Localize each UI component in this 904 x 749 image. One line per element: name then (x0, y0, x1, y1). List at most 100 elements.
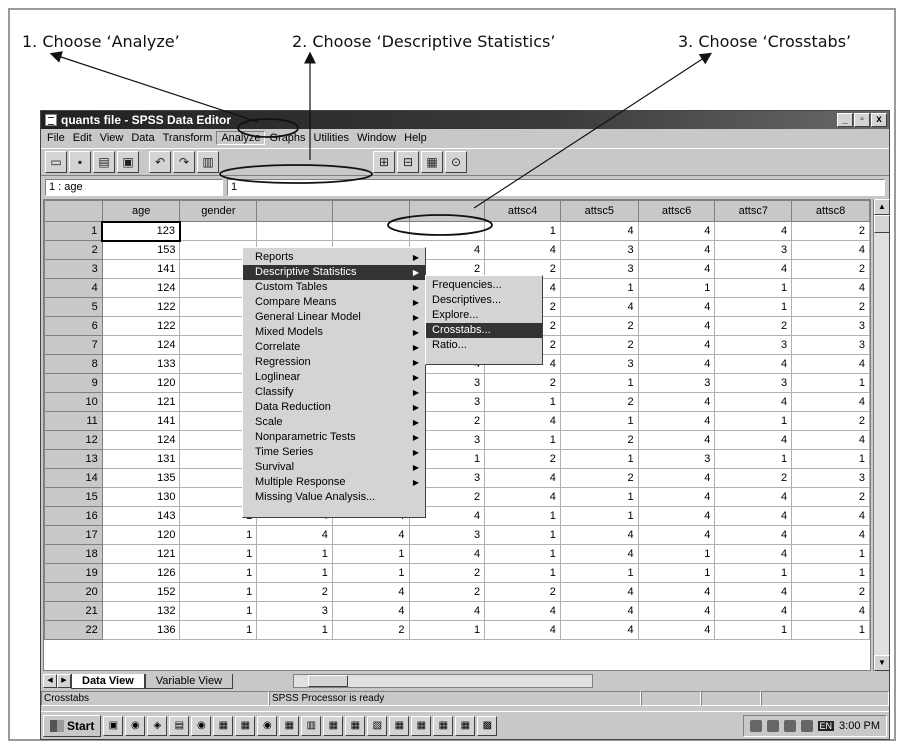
data-cell[interactable]: 120 (101, 525, 181, 545)
data-cell[interactable]: 153 (101, 240, 181, 260)
tab-prev-icon[interactable]: ◀ (43, 674, 57, 688)
data-cell[interactable]: 3 (559, 259, 639, 279)
data-cell[interactable]: 1 (714, 620, 793, 640)
data-cell[interactable]: 1 (179, 620, 258, 640)
menu-data[interactable]: Data (127, 132, 158, 144)
data-cell[interactable]: 1 (484, 221, 561, 241)
row-number[interactable]: 19 (44, 563, 103, 583)
menu-file[interactable]: File (43, 132, 69, 144)
select-cases-icon[interactable]: ▦ (421, 151, 443, 173)
data-cell[interactable]: 3 (714, 240, 793, 260)
data-cell[interactable]: 152 (101, 582, 181, 602)
taskbar-app-icon[interactable]: ◉ (191, 715, 212, 736)
data-cell[interactable]: 122 (101, 316, 181, 336)
menu-window[interactable]: Window (353, 132, 400, 144)
analyze-menu-item[interactable]: Classify ▶ (243, 385, 425, 400)
data-cell[interactable]: 4 (637, 411, 716, 431)
data-cell[interactable]: 1 (484, 392, 561, 412)
data-cell[interactable]: 4 (408, 544, 486, 564)
data-cell[interactable]: 4 (714, 601, 793, 621)
data-cell[interactable]: 1 (637, 563, 716, 583)
taskbar-app-icon[interactable]: ▦ (323, 715, 344, 736)
data-cell[interactable]: 4 (791, 354, 870, 374)
menu-utilities[interactable]: Utilities (310, 132, 353, 144)
tray-app-icon[interactable] (783, 719, 796, 732)
save-icon[interactable]: ▪ (69, 151, 91, 173)
data-cell[interactable]: 4 (714, 582, 793, 602)
data-cell[interactable]: 3 (714, 335, 793, 355)
data-cell[interactable]: 1 (256, 620, 333, 640)
column-header[interactable] (331, 200, 410, 222)
row-number[interactable]: 16 (44, 506, 103, 526)
data-cell[interactable]: 2 (559, 392, 639, 412)
data-cell[interactable]: 121 (101, 392, 181, 412)
column-header[interactable]: attsc7 (714, 200, 793, 222)
data-cell[interactable]: 4 (256, 525, 333, 545)
split-file-icon[interactable]: ⊞ (373, 151, 395, 173)
data-cell[interactable]: 1 (256, 544, 333, 564)
row-number[interactable]: 12 (44, 430, 103, 450)
undo-icon[interactable]: ↶ (149, 151, 171, 173)
data-cell[interactable]: 1 (791, 620, 870, 640)
data-cell[interactable]: 1 (791, 373, 870, 393)
data-cell[interactable]: 4 (791, 525, 870, 545)
data-cell[interactable]: 4 (637, 240, 716, 260)
row-number[interactable]: 7 (44, 335, 103, 355)
data-cell[interactable]: 3 (714, 373, 793, 393)
data-cell[interactable]: 3 (637, 373, 716, 393)
data-cell[interactable]: 3 (256, 601, 333, 621)
data-cell[interactable]: 141 (101, 259, 181, 279)
data-cell[interactable]: 3 (559, 240, 639, 260)
start-button[interactable]: Start (43, 714, 102, 737)
data-cell[interactable]: 2 (559, 430, 639, 450)
row-number[interactable]: 21 (44, 601, 103, 621)
data-cell[interactable]: 2 (559, 335, 639, 355)
data-cell[interactable]: 2 (484, 582, 561, 602)
taskbar-app-icon[interactable]: ▣ (103, 715, 124, 736)
row-number[interactable]: 2 (44, 240, 103, 260)
data-cell[interactable]: 4 (637, 468, 716, 488)
maximize-button[interactable]: ▫ (854, 113, 870, 127)
data-cell[interactable]: 2 (408, 582, 486, 602)
redo-icon[interactable]: ↷ (173, 151, 195, 173)
data-cell[interactable]: 1 (484, 525, 561, 545)
data-cell[interactable]: 4 (637, 525, 716, 545)
descriptive-submenu-item[interactable]: Explore... (426, 308, 542, 323)
data-cell[interactable]: 3 (791, 316, 870, 336)
row-number[interactable]: 18 (44, 544, 103, 564)
data-cell[interactable]: 4 (637, 487, 716, 507)
data-cell[interactable]: 4 (714, 487, 793, 507)
weight-cases-icon[interactable]: ⊟ (397, 151, 419, 173)
data-cell[interactable]: 4 (484, 620, 561, 640)
data-cell[interactable]: 3 (791, 468, 870, 488)
value-labels-icon[interactable]: ⊙ (445, 151, 467, 173)
row-number[interactable]: 1 (44, 221, 103, 241)
data-cell[interactable]: 133 (101, 354, 181, 374)
data-cell[interactable]: 1 (559, 506, 639, 526)
tab-variable-view[interactable]: Variable View (144, 673, 234, 689)
analyze-menu-item[interactable]: Regression ▶ (243, 355, 425, 370)
data-cell[interactable]: 1 (559, 487, 639, 507)
taskbar-app-icon[interactable]: ▦ (389, 715, 410, 736)
close-button[interactable]: x (871, 113, 887, 127)
data-cell[interactable]: 4 (714, 221, 793, 241)
data-cell[interactable]: 1 (484, 430, 561, 450)
minimize-button[interactable]: _ (837, 113, 853, 127)
menu-transform[interactable]: Transform (159, 132, 217, 144)
data-cell[interactable]: 1 (714, 449, 793, 469)
data-cell[interactable]: 4 (637, 620, 716, 640)
data-cell[interactable]: 1 (714, 411, 793, 431)
corner-cell[interactable] (44, 200, 103, 222)
data-cell[interactable]: 2 (791, 221, 870, 241)
data-cell[interactable]: 4 (791, 278, 870, 298)
data-cell[interactable]: 4 (714, 544, 793, 564)
descriptive-submenu-item[interactable]: Descriptives... (426, 293, 542, 308)
data-cell[interactable]: 1 (637, 544, 716, 564)
menu-help[interactable]: Help (400, 132, 431, 144)
data-cell[interactable]: 4 (484, 468, 561, 488)
data-cell[interactable] (408, 221, 486, 241)
row-number[interactable]: 11 (44, 411, 103, 431)
data-cell[interactable]: 2 (484, 449, 561, 469)
row-number[interactable]: 10 (44, 392, 103, 412)
analyze-menu-item[interactable]: Compare Means ▶ (243, 295, 425, 310)
